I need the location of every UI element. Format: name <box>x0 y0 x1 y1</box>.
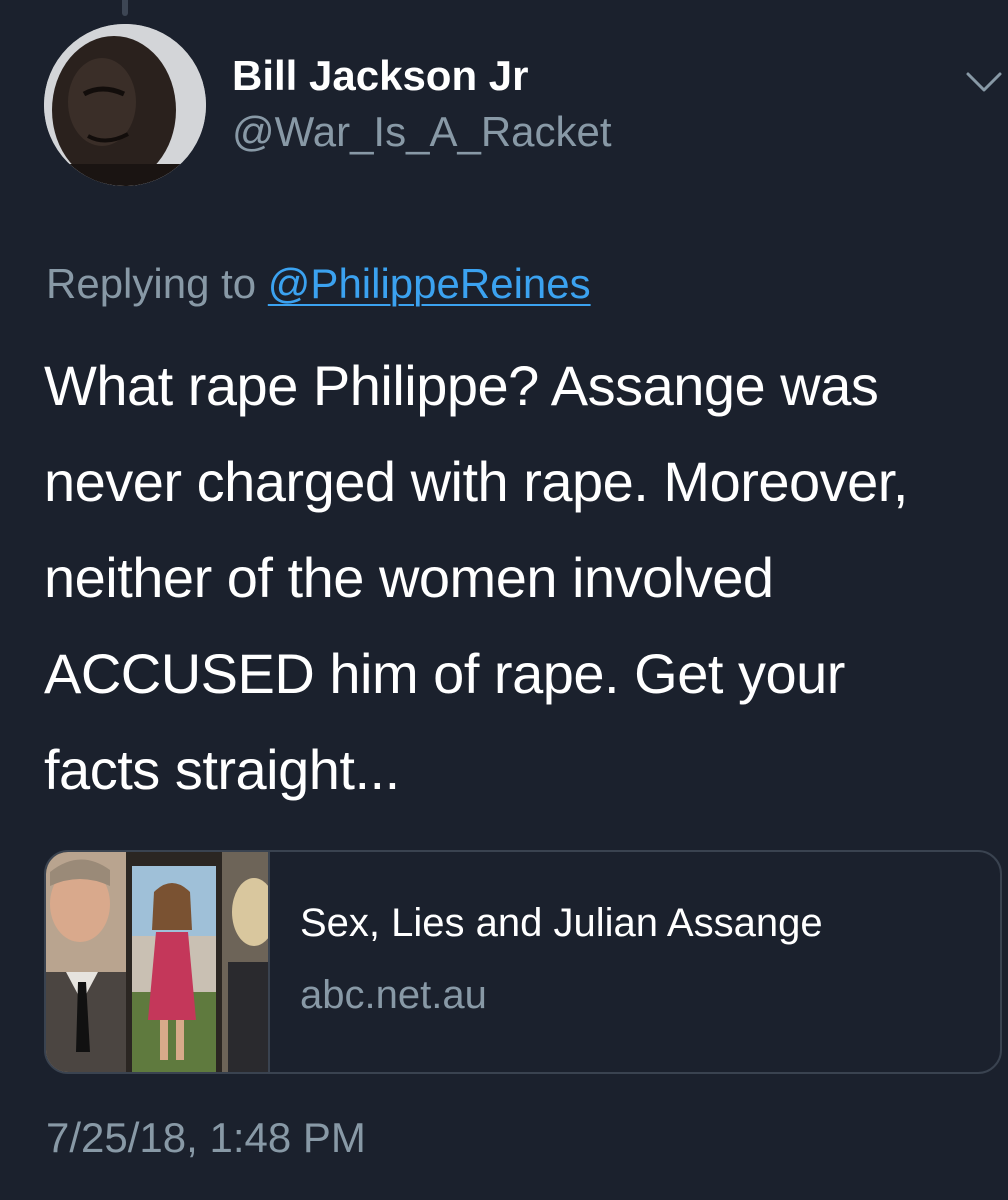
author-handle[interactable]: @War_Is_A_Racket <box>232 108 612 156</box>
replying-to-label: Replying to <box>46 260 268 307</box>
link-preview-card[interactable]: Sex, Lies and Julian Assange abc.net.au <box>44 850 1002 1074</box>
tweet-text-line: neither of the women involved <box>44 546 774 609</box>
thread-connector-line <box>122 0 128 16</box>
author-display-name[interactable]: Bill Jackson Jr <box>232 52 528 100</box>
link-card-title: Sex, Lies and Julian Assange <box>300 901 823 945</box>
tweet-text-line: facts straight... <box>44 738 400 801</box>
link-thumbnail <box>46 852 270 1072</box>
tweet-text-line: ACCUSED him of rape. Get your <box>44 642 845 705</box>
chevron-down-icon <box>966 72 1002 92</box>
tweet-text-line: What rape Philippe? Assange was <box>44 354 879 417</box>
replying-to-line: Replying to @PhilippeReines <box>46 258 591 310</box>
link-thumbnail-photo-icon <box>46 852 268 1072</box>
author-avatar[interactable] <box>44 24 206 186</box>
reply-mention-link[interactable]: @PhilippeReines <box>268 260 591 307</box>
tweet-body: What rape Philippe? Assange was never ch… <box>44 338 1004 818</box>
tweet-menu-button[interactable] <box>962 62 1006 102</box>
link-card-domain: abc.net.au <box>300 973 487 1017</box>
avatar-photo-icon <box>44 24 206 186</box>
tweet-timestamp[interactable]: 7/25/18, 1:48 PM <box>46 1114 366 1162</box>
tweet-text-line: never charged with rape. Moreover, <box>44 450 908 513</box>
